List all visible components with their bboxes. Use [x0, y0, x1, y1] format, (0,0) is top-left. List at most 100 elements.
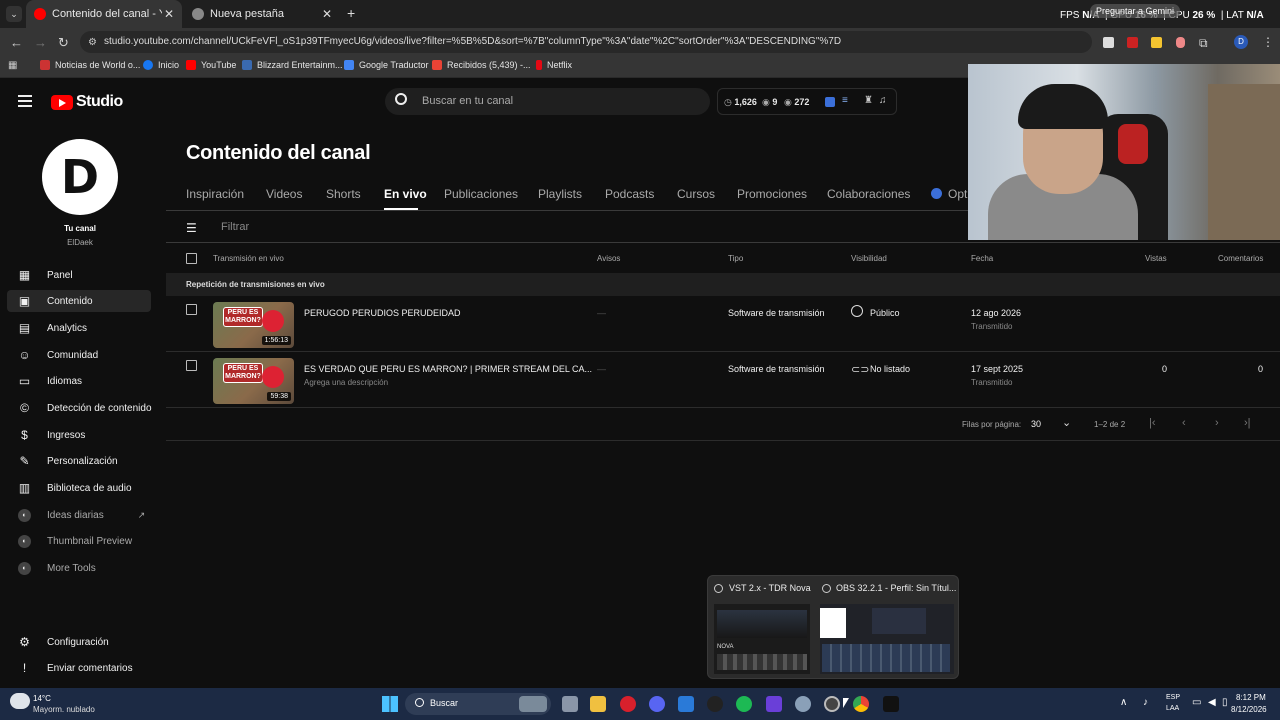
rows-per-page-select[interactable]: 30: [1031, 419, 1041, 429]
tab-playlists[interactable]: Playlists: [538, 187, 582, 201]
preview-window-vst[interactable]: VST 2.x - TDR Nova NOVA: [712, 580, 818, 676]
list-icon[interactable]: ≡: [842, 95, 848, 106]
bookmark-item[interactable]: Recibidos (5,439) -...: [432, 60, 531, 70]
sidebar-item-deteccion[interactable]: © Detección de contenido: [18, 400, 151, 416]
back-icon[interactable]: ←: [10, 35, 23, 50]
language-secondary[interactable]: LAA: [1166, 705, 1179, 712]
sidebar-item-thumbnail-preview[interactable]: ◐ Thumbnail Preview: [18, 533, 132, 549]
bookmark-item[interactable]: Inicio: [143, 60, 179, 70]
tab-promociones[interactable]: Promociones: [737, 187, 807, 201]
sidebar-item-ideas-diarias[interactable]: ◐ Ideas diarias ↗: [18, 507, 145, 523]
sidebar-item-analytics[interactable]: ▤ Analytics: [18, 320, 87, 336]
tab-list-chevron-icon[interactable]: ⌄: [6, 6, 22, 22]
video-description[interactable]: Agrega una descripción: [304, 378, 388, 387]
settings-icon[interactable]: [795, 696, 811, 712]
filter-icon[interactable]: ☰: [186, 221, 197, 235]
bookmark-item[interactable]: Blizzard Entertainm...: [242, 60, 343, 70]
sidebar-item-configuracion[interactable]: ⚙ Configuración: [18, 634, 109, 650]
gemini-tooltip[interactable]: Preguntar a Gemini: [1090, 4, 1181, 18]
tab-inspiracion[interactable]: Inspiración: [186, 187, 244, 201]
table-row[interactable]: [166, 296, 1280, 352]
hamburger-menu-icon[interactable]: [18, 95, 32, 107]
close-tab-icon[interactable]: ✕: [322, 7, 332, 21]
tab-colaboraciones[interactable]: Colaboraciones: [827, 187, 910, 201]
extension-icon[interactable]: [1103, 37, 1114, 48]
extension-icon[interactable]: [1176, 37, 1185, 48]
sidebar-item-idiomas[interactable]: ▭ Idiomas: [18, 373, 82, 389]
microphone-icon[interactable]: ♪: [1143, 697, 1148, 708]
menu-kebab-icon[interactable]: ⋮: [1262, 35, 1274, 49]
tab-publicaciones[interactable]: Publicaciones: [444, 187, 518, 201]
apps-grid-icon[interactable]: ▦: [8, 60, 17, 71]
visibility-value[interactable]: Público: [870, 308, 900, 318]
tab-podcasts[interactable]: Podcasts: [605, 187, 654, 201]
trophy-icon[interactable]: ♜: [864, 95, 873, 106]
discord-icon[interactable]: [649, 696, 665, 712]
site-info-icon[interactable]: ⚙: [88, 37, 97, 48]
next-page-icon[interactable]: ›: [1215, 417, 1219, 429]
sidebar-item-personalizacion[interactable]: ✎ Personalización: [18, 453, 117, 469]
sidebar-item-panel[interactable]: ▦ Panel: [18, 267, 73, 283]
taskbar-search[interactable]: Buscar: [405, 693, 551, 715]
visibility-value[interactable]: No listado: [870, 364, 910, 374]
select-all-checkbox[interactable]: [186, 253, 197, 264]
new-tab-button[interactable]: +: [347, 5, 355, 21]
sidebar-item-enviar-comentarios[interactable]: ! Enviar comentarios: [18, 660, 133, 676]
app-icon[interactable]: [707, 696, 723, 712]
battery-icon[interactable]: ▯: [1222, 697, 1228, 708]
extensions-puzzle-icon[interactable]: ⧉: [1199, 36, 1208, 51]
video-thumbnail[interactable]: PERU ES MARRON? 59:38: [213, 358, 294, 404]
network-icon[interactable]: ▭: [1192, 697, 1201, 708]
col-header-fecha[interactable]: Fecha: [971, 254, 993, 263]
col-header-transmision[interactable]: Transmisión en vivo: [213, 254, 284, 263]
col-header-vistas[interactable]: Vistas: [1145, 254, 1167, 263]
bookmark-item[interactable]: Netflix: [536, 60, 572, 70]
col-header-visibilidad[interactable]: Visibilidad: [851, 254, 887, 263]
tab-en-vivo[interactable]: En vivo: [384, 187, 427, 201]
clock-date[interactable]: 8/12/2026: [1231, 705, 1267, 714]
sidebar-item-comunidad[interactable]: ☺ Comunidad: [18, 347, 98, 363]
row-checkbox[interactable]: [186, 360, 197, 371]
tab-shorts[interactable]: Shorts: [326, 187, 361, 201]
epic-games-icon[interactable]: [883, 696, 899, 712]
first-page-icon[interactable]: |‹: [1149, 417, 1156, 429]
bookmark-item[interactable]: Noticias de World o...: [40, 60, 140, 70]
chrome-icon[interactable]: [853, 696, 869, 712]
tab-videos[interactable]: Videos: [266, 187, 302, 201]
chevron-down-icon[interactable]: ⌄: [1062, 416, 1071, 429]
sidebar-item-contenido[interactable]: ▣ Contenido: [18, 293, 93, 309]
bookmark-item[interactable]: YouTube: [186, 60, 236, 70]
weather-desc[interactable]: Mayorm. nublado: [33, 705, 95, 714]
extension-icon[interactable]: [1151, 37, 1162, 48]
col-header-comentarios[interactable]: Comentarios: [1218, 254, 1263, 263]
sidebar-item-ingresos[interactable]: $ Ingresos: [18, 427, 85, 443]
task-view-icon[interactable]: [562, 696, 578, 712]
channel-avatar[interactable]: D: [42, 139, 118, 215]
video-thumbnail[interactable]: PERU ES MARRON? 1:56:13: [213, 302, 294, 348]
creator-stats-extension[interactable]: ◷ 1,626 ◉ 9 ◉ 272 ≡ ♜ ♫: [717, 88, 897, 115]
bell-icon[interactable]: ♫: [879, 95, 887, 106]
windows-start-icon[interactable]: [382, 696, 398, 712]
extension-icon[interactable]: [825, 97, 835, 107]
volume-icon[interactable]: ◀: [1208, 697, 1216, 708]
weather-temp[interactable]: 14°C: [33, 694, 51, 703]
preview-window-obs[interactable]: OBS 32.2.1 - Perfil: Sin Títul...: [820, 580, 956, 676]
app-icon[interactable]: [766, 696, 782, 712]
file-explorer-icon[interactable]: [590, 696, 606, 712]
url-field[interactable]: studio.youtube.com/channel/UCkFeVFl_oS1p…: [80, 31, 1092, 53]
tab-youtube-studio[interactable]: Contenido del canal - YouTube ✕: [26, 0, 182, 28]
app-icon[interactable]: [678, 696, 694, 712]
sidebar-item-biblioteca-audio[interactable]: ▥ Biblioteca de audio: [18, 480, 132, 496]
opera-icon[interactable]: [620, 696, 636, 712]
obs-icon[interactable]: [824, 696, 840, 712]
sidebar-item-more-tools[interactable]: ◐ More Tools: [18, 560, 96, 576]
tab-new-tab[interactable]: Nueva pestaña ✕: [184, 2, 340, 26]
close-tab-icon[interactable]: ✕: [164, 7, 174, 21]
prev-page-icon[interactable]: ‹: [1182, 417, 1186, 429]
clock-time[interactable]: 8:12 PM: [1236, 693, 1266, 702]
language-primary[interactable]: ESP: [1166, 694, 1180, 701]
col-header-avisos[interactable]: Avisos: [597, 254, 620, 263]
bookmark-item[interactable]: Google Traductor: [344, 60, 429, 70]
row-checkbox[interactable]: [186, 304, 197, 315]
weather-icon[interactable]: [10, 693, 30, 709]
